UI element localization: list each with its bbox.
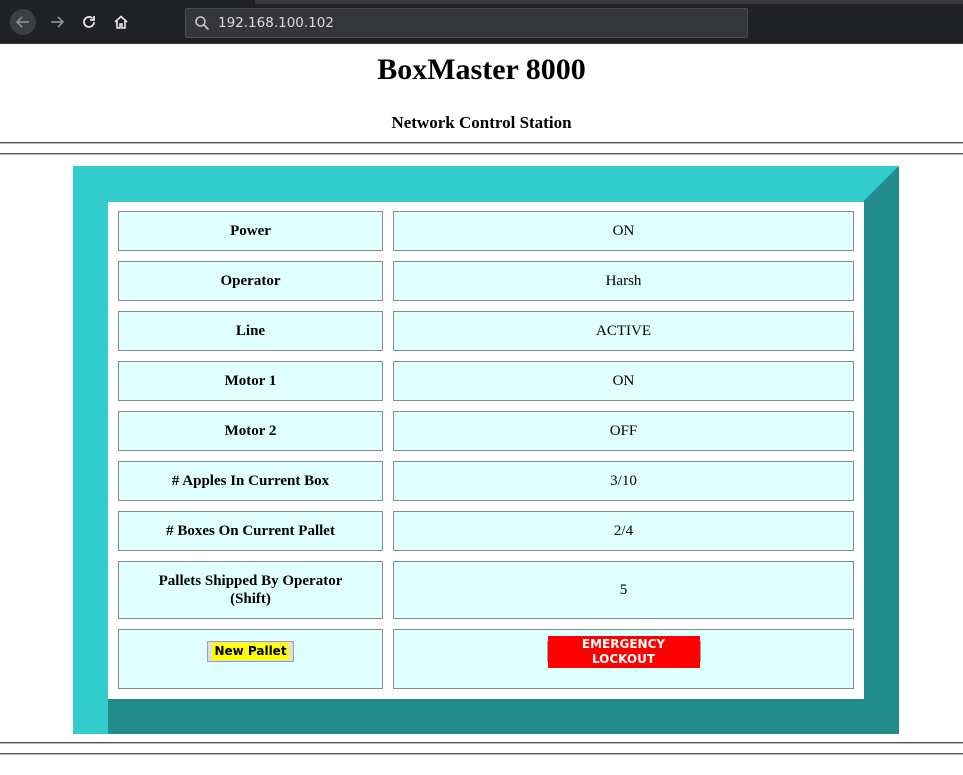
emergency-cell: EMERGENCY LOCKOUT — [393, 629, 854, 689]
emergency-lockout-button[interactable]: EMERGENCY LOCKOUT — [546, 635, 701, 668]
row-label: # Boxes On Current Pallet — [118, 511, 383, 551]
arrow-left-icon — [15, 16, 29, 28]
arrow-right-icon — [51, 16, 65, 28]
home-icon — [114, 15, 128, 29]
table-row: # Apples In Current Box 3/10 — [118, 461, 854, 501]
home-button[interactable] — [108, 9, 134, 35]
divider-bottom-2 — [0, 753, 963, 755]
reload-icon — [83, 16, 95, 28]
search-icon — [192, 13, 212, 33]
row-value: ACTIVE — [393, 311, 854, 351]
actions-row: New Pallet EMERGENCY LOCKOUT — [118, 629, 854, 689]
page-title: BoxMaster 8000 — [377, 53, 586, 86]
row-label: Line — [118, 311, 383, 351]
back-button[interactable] — [10, 9, 36, 35]
divider-top-2 — [0, 153, 963, 155]
table-row: Operator Harsh — [118, 261, 854, 301]
page: BoxMaster 8000 Network Control Station P… — [0, 45, 963, 775]
row-value: 5 — [393, 561, 854, 619]
reload-button[interactable] — [76, 9, 102, 35]
table-row: Motor 2 OFF — [118, 411, 854, 451]
new-pallet-label: New Pallet — [212, 643, 289, 660]
row-label: # Apples In Current Box — [118, 461, 383, 501]
address-bar[interactable]: 192.168.100.102 — [185, 8, 748, 38]
row-value: 3/10 — [393, 461, 854, 501]
row-value: Harsh — [393, 261, 854, 301]
table-row: Power ON — [118, 211, 854, 251]
forward-button[interactable] — [44, 9, 70, 35]
row-value: ON — [393, 361, 854, 401]
row-label: Operator — [118, 261, 383, 301]
row-label: Power — [118, 211, 383, 251]
table-row: Pallets Shipped By Operator (Shift) 5 — [118, 561, 854, 619]
browser-toolbar: 192.168.100.102 — [0, 0, 963, 44]
table-row: Motor 1 ON — [118, 361, 854, 401]
row-value: ON — [393, 211, 854, 251]
row-label: Motor 2 — [118, 411, 383, 451]
control-frame: Power ON Operator Harsh Line ACTIVE Moto… — [73, 166, 899, 734]
new-pallet-button[interactable]: New Pallet — [207, 641, 294, 662]
divider-bottom-1 — [0, 742, 963, 744]
status-table: Power ON Operator Harsh Line ACTIVE Moto… — [108, 202, 864, 699]
row-label: Pallets Shipped By Operator (Shift) — [118, 561, 383, 619]
new-pallet-cell: New Pallet — [118, 629, 383, 689]
divider-top-1 — [0, 142, 963, 144]
emergency-lockout-label: EMERGENCY LOCKOUT — [547, 635, 700, 668]
address-url[interactable]: 192.168.100.102 — [218, 15, 334, 31]
row-label: Motor 1 — [118, 361, 383, 401]
table-row: Line ACTIVE — [118, 311, 854, 351]
tab-strip — [255, 0, 963, 4]
page-subtitle: Network Control Station — [391, 113, 572, 132]
row-value: OFF — [393, 411, 854, 451]
row-value: 2/4 — [393, 511, 854, 551]
table-row: # Boxes On Current Pallet 2/4 — [118, 511, 854, 551]
